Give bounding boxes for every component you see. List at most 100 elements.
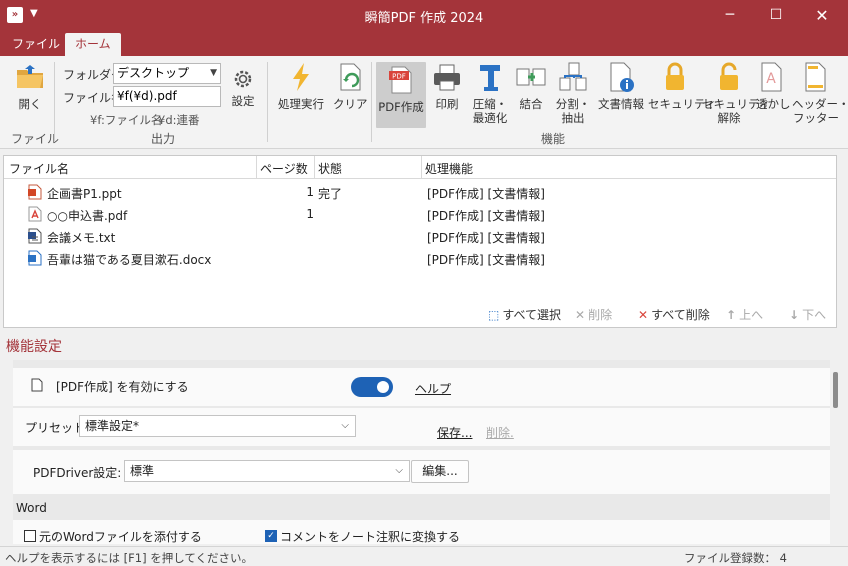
folder-select[interactable]: デスクトップ ▼	[113, 63, 221, 84]
group-label-output: 出力	[151, 132, 176, 146]
print-button[interactable]: 印刷	[431, 61, 463, 111]
gear-icon	[232, 68, 254, 90]
ribbon-tabs: ファイル ホーム	[0, 31, 848, 56]
settings-panel: [PDF作成] を有効にする ヘルプ プリセット： 標準設定* ⌵ 保存... …	[13, 360, 830, 544]
pdf-document-icon: PDF	[385, 64, 417, 96]
file-list[interactable]: ファイル名 ページ数 状態 処理機能 企画書P1.ppt 1 完了 [PDF作成…	[3, 155, 837, 328]
hint-sequence: ¥d:連番	[158, 113, 200, 127]
close-button[interactable]: ✕	[799, 0, 845, 31]
comments-to-notes-checkbox[interactable]: ✓	[265, 530, 277, 542]
table-row[interactable]: ○○申込書.pdf 1 [PDF作成] [文書情報]	[4, 203, 836, 225]
delete-preset-link[interactable]: 削除.	[486, 424, 514, 441]
column-filename[interactable]: ファイル名	[9, 160, 69, 177]
file-list-header: ファイル名 ページ数 状態 処理機能	[4, 156, 836, 179]
tab-file[interactable]: ファイル	[2, 33, 70, 56]
split-icon	[557, 61, 589, 93]
security-button[interactable]: セキュリティ	[648, 61, 716, 111]
split-extract-button[interactable]: 分割・ 抽出	[555, 61, 591, 125]
word-file-icon	[28, 250, 42, 266]
delete-button[interactable]: ✕ 削除	[575, 306, 612, 323]
svg-text:PDF: PDF	[392, 73, 406, 81]
security-remove-button[interactable]: セキュリティ 解除	[702, 61, 770, 125]
clamp-icon	[474, 61, 506, 93]
pdf-file-icon	[28, 206, 42, 222]
ppt-file-icon	[28, 184, 42, 200]
driver-select[interactable]: 標準 ⌵	[124, 460, 410, 482]
group-label-function: 機能	[541, 132, 566, 146]
x-icon: ✕	[575, 308, 586, 322]
document-icon	[31, 378, 43, 395]
ribbon: 開く ファイル フォルダー デスクトップ ▼ ファイル名 ¥f(¥d).pdf …	[0, 56, 848, 149]
hint-filename: ¥f:ファイル名	[90, 113, 163, 127]
minimize-button[interactable]: ─	[707, 0, 753, 31]
arrow-down-icon: ↓	[789, 308, 800, 322]
file-count: ファイル登録数： 4	[684, 551, 787, 565]
chevron-down-icon: ⌵	[395, 465, 403, 476]
attach-word-label: 元のWordファイルを添付する	[39, 530, 202, 544]
settings-button[interactable]: 設定	[228, 68, 258, 108]
enable-card: [PDF作成] を有効にする ヘルプ	[13, 368, 830, 406]
select-all-button[interactable]: ⬚ すべて選択	[488, 306, 561, 323]
watermark-icon: A	[756, 61, 788, 93]
ribbon-separator	[371, 62, 372, 142]
chevron-down-icon: ▼	[210, 68, 217, 78]
select-all-icon: ⬚	[488, 308, 500, 322]
table-row[interactable]: 吾輩は猫である夏目漱石.docx [PDF作成] [文書情報]	[4, 247, 836, 269]
table-row[interactable]: 会議メモ.txt [PDF作成] [文書情報]	[4, 225, 836, 247]
pdf-create-button[interactable]: PDF PDF作成	[376, 62, 426, 128]
x-icon: ✕	[638, 308, 649, 322]
header-footer-icon	[800, 61, 832, 93]
delete-all-button[interactable]: ✕ すべて削除	[638, 306, 710, 323]
comments-to-notes-label: コメントをノート注釈に変換する	[280, 530, 461, 544]
settings-title: 機能設定	[6, 339, 62, 355]
move-up-button[interactable]: ↑ 上へ	[726, 306, 763, 323]
driver-card: PDFDriver設定: 標準 ⌵ 編集...	[13, 450, 830, 494]
svg-text:A: A	[766, 71, 776, 87]
filename-input[interactable]: ¥f(¥d).pdf	[113, 86, 221, 107]
ribbon-separator	[54, 62, 55, 142]
group-label-file: ファイル	[11, 132, 60, 146]
document-info-button[interactable]: 文書情報	[596, 61, 646, 111]
maximize-button[interactable]: ☐	[753, 0, 799, 31]
column-pages[interactable]: ページ数	[260, 160, 308, 177]
help-link[interactable]: ヘルプ	[415, 380, 451, 397]
lightning-icon	[285, 61, 317, 93]
save-preset-link[interactable]: 保存...	[437, 424, 472, 441]
document-info-icon	[605, 61, 637, 93]
word-options: 元のWordファイルを添付する ✓ コメントをノート注釈に変換する	[13, 520, 830, 544]
chevron-down-icon: ⌵	[341, 420, 349, 431]
edit-button[interactable]: 編集...	[411, 460, 469, 483]
list-scrollbar[interactable]	[838, 155, 848, 328]
merge-icon	[515, 61, 547, 93]
preset-select[interactable]: 標準設定* ⌵	[79, 415, 356, 437]
move-down-button[interactable]: ↓ 下へ	[789, 306, 826, 323]
settings-scrollbar[interactable]	[833, 372, 838, 408]
ribbon-separator	[267, 62, 268, 142]
printer-icon	[431, 61, 463, 93]
unlock-icon	[713, 61, 745, 93]
arrow-up-icon: ↑	[726, 308, 737, 322]
lock-icon	[659, 61, 691, 93]
clear-button[interactable]: クリア	[333, 61, 368, 111]
watermark-button[interactable]: A 透かし	[756, 61, 791, 111]
title-bar: » ▼ 瞬簡PDF 作成 2024 ─ ☐ ✕	[0, 0, 848, 31]
open-folder-icon	[14, 61, 46, 93]
table-row[interactable]: 企画書P1.ppt 1 完了 [PDF作成] [文書情報]	[4, 181, 836, 203]
merge-button[interactable]: 結合	[514, 61, 548, 111]
column-state[interactable]: 状態	[318, 160, 342, 177]
header-footer-button[interactable]: ヘッダー・ フッター	[792, 61, 848, 125]
open-button[interactable]: 開く	[10, 61, 50, 111]
status-bar: ヘルプを表示するには [F1] を押してください。 ファイル登録数： 4	[0, 546, 848, 566]
compress-optimize-button[interactable]: 圧縮・ 最適化	[470, 61, 510, 125]
refresh-document-icon	[334, 61, 366, 93]
enable-label: [PDF作成] を有効にする	[56, 380, 189, 394]
run-button[interactable]: 処理実行	[275, 61, 327, 111]
column-function[interactable]: 処理機能	[425, 160, 473, 177]
tab-home[interactable]: ホーム	[65, 33, 121, 56]
attach-word-checkbox[interactable]	[24, 530, 36, 542]
enable-toggle[interactable]	[351, 377, 393, 397]
status-hint: ヘルプを表示するには [F1] を押してください。	[5, 551, 254, 565]
text-file-icon	[28, 228, 42, 244]
preset-card: プリセット： 標準設定* ⌵ 保存... 削除.	[13, 408, 830, 446]
word-section-heading: Word	[16, 501, 47, 515]
